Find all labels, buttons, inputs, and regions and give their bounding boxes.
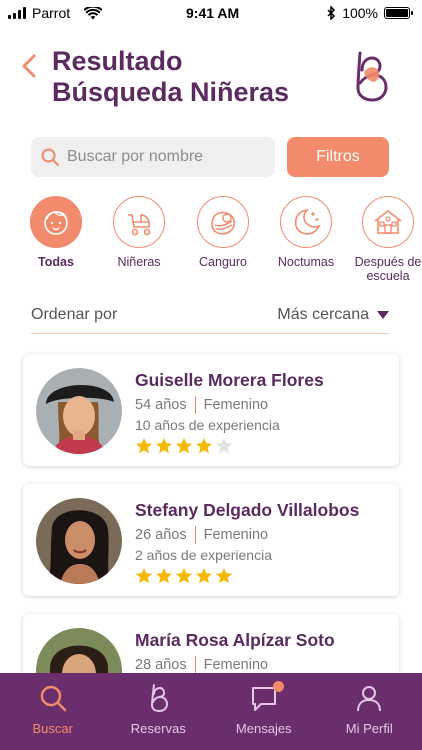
sort-row: Ordenar por Más cercana — [31, 296, 389, 334]
filters-button[interactable]: Filtros — [287, 137, 389, 177]
category-label: Después de escuela — [348, 255, 422, 283]
star-filled-icon — [136, 438, 152, 454]
page-title: Resultado Búsqueda Niñeras — [52, 46, 289, 108]
title-line-1: Resultado — [52, 46, 183, 76]
reservations-icon — [151, 684, 169, 713]
notification-badge — [273, 681, 284, 692]
category-despues-escuela[interactable]: Después de escuela — [348, 196, 422, 283]
moon-stars-icon — [280, 196, 332, 248]
nanny-name: Guiselle Morera Flores — [135, 370, 324, 390]
result-card[interactable]: Stefany Delgado Villalobos 26 años Femen… — [23, 484, 399, 596]
category-label: Todas — [38, 255, 74, 269]
star-filled-icon — [196, 438, 212, 454]
nanny-gender: Femenino — [203, 657, 269, 673]
sort-label: Ordenar por — [31, 305, 118, 323]
title-line-2: Búsqueda Niñeras — [52, 77, 290, 107]
caret-down-icon — [377, 310, 389, 319]
star-filled-icon — [176, 438, 192, 454]
battery-icon — [384, 7, 413, 19]
nanny-age: 28 años — [135, 657, 187, 673]
category-canguro[interactable]: Canguro — [183, 196, 263, 269]
tab-label: Buscar — [32, 721, 73, 736]
search-input[interactable] — [67, 148, 257, 166]
star-filled-icon — [136, 568, 152, 584]
category-nineras[interactable]: Niñeras — [99, 196, 179, 269]
search-box[interactable] — [31, 137, 275, 177]
nanny-gender: Femenino — [203, 527, 269, 543]
sort-dropdown[interactable]: Más cercana — [277, 306, 389, 324]
status-right: 100% — [327, 5, 413, 21]
tab-label: Reservas — [130, 721, 186, 736]
result-card[interactable]: Guiselle Morera Flores 54 años Femenino … — [23, 354, 399, 466]
star-filled-icon — [196, 568, 212, 584]
tab-buscar[interactable]: Buscar — [0, 673, 106, 750]
star-empty-icon — [216, 438, 232, 454]
tab-reservas[interactable]: Reservas — [106, 673, 212, 750]
star-filled-icon — [176, 568, 192, 584]
search-icon — [41, 148, 59, 166]
app-logo-icon — [356, 51, 388, 102]
nanny-meta: 26 años Femenino — [135, 526, 268, 544]
category-label-line-2: escuela — [366, 269, 410, 283]
star-filled-icon — [156, 568, 172, 584]
nanny-age: 26 años — [135, 527, 187, 543]
wifi-icon — [84, 6, 103, 19]
sort-value: Más cercana — [277, 305, 369, 323]
category-nocturnas[interactable]: Noctumas — [266, 196, 346, 269]
avatar — [36, 498, 122, 584]
nanny-age: 54 años — [135, 397, 187, 413]
category-label: Niñeras — [117, 255, 161, 269]
bluetooth-icon — [327, 6, 336, 20]
search-icon — [40, 685, 66, 712]
rating-stars — [135, 567, 233, 584]
category-label-line-1: Después de — [354, 255, 422, 269]
carrier-name: Parrot — [32, 5, 71, 21]
nanny-experience: 10 años de experiencia — [135, 417, 280, 433]
nanny-meta: 28 años Femenino — [135, 656, 268, 674]
back-chevron-icon[interactable] — [18, 52, 42, 80]
user-icon — [357, 686, 382, 712]
nanny-name: Stefany Delgado Villalobos — [135, 500, 360, 520]
signal-icon — [8, 7, 26, 19]
swaddled-baby-icon — [197, 196, 249, 248]
star-filled-icon — [156, 438, 172, 454]
tab-label: Mensajes — [235, 721, 292, 736]
school-icon — [362, 196, 414, 248]
divider — [194, 526, 196, 544]
nanny-experience: 2 años de experiencia — [135, 547, 272, 563]
divider — [194, 656, 196, 674]
nanny-gender: Femenino — [203, 397, 269, 413]
divider — [194, 396, 196, 414]
category-label: Noctumas — [277, 255, 335, 269]
status-left: Parrot — [8, 5, 103, 21]
category-filter-row: Todas Niñeras Canguro Noctumas Después d… — [0, 196, 422, 286]
status-time: 9:41 AM — [186, 5, 240, 21]
battery-percent: 100% — [342, 5, 378, 21]
tab-mi-perfil[interactable]: Mi Perfil — [317, 673, 422, 750]
tab-mensajes[interactable]: Mensajes — [211, 673, 317, 750]
rating-stars — [135, 437, 233, 454]
stroller-icon — [113, 196, 165, 248]
category-label: Canguro — [199, 255, 247, 269]
tab-label: Mi Perfil — [345, 721, 393, 736]
header: Resultado Búsqueda Niñeras — [0, 44, 422, 114]
star-filled-icon — [216, 568, 232, 584]
status-bar: Parrot 9:41 AM 100% — [0, 0, 422, 26]
category-todas[interactable]: Todas — [16, 196, 96, 269]
nanny-name: María Rosa Alpízar Soto — [135, 630, 335, 650]
nanny-meta: 54 años Femenino — [135, 396, 268, 414]
avatar — [36, 368, 122, 454]
baby-face-icon — [30, 196, 82, 248]
tab-bar: Buscar Reservas Mensajes Mi Perfil — [0, 673, 422, 750]
